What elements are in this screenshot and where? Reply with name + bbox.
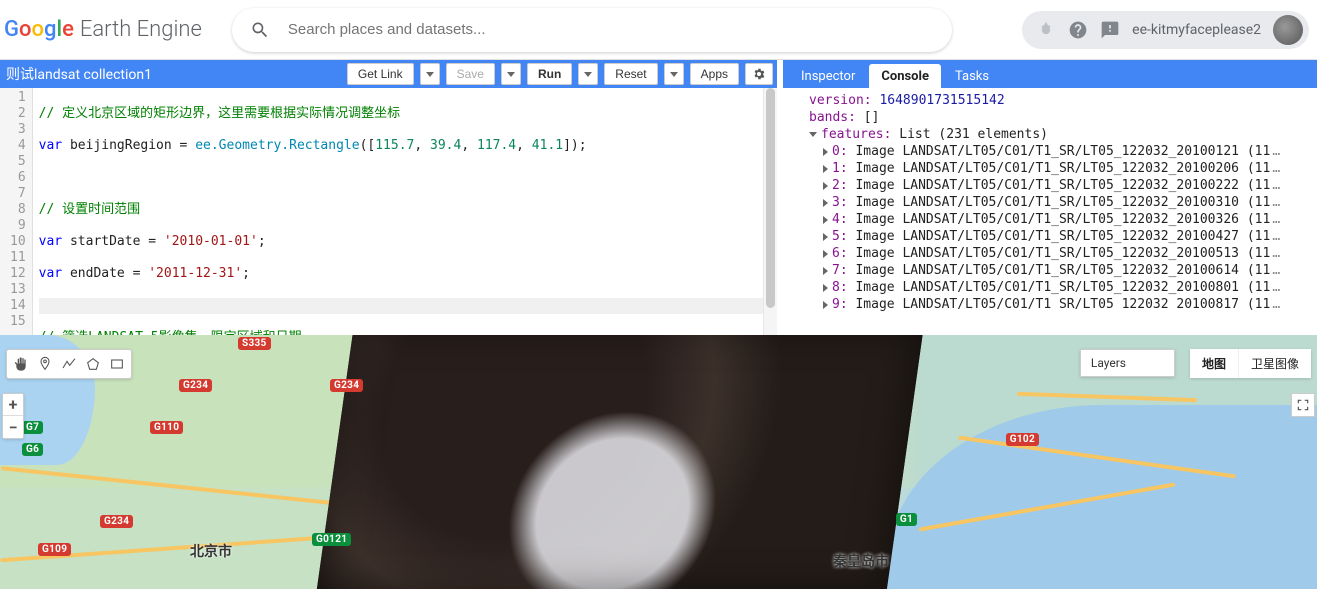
feature-item[interactable]: 9: Image LANDSAT/LT05/C01/T1 SR/LT05 122… <box>791 296 1309 313</box>
road-shield: S335 <box>238 337 271 350</box>
feature-item[interactable]: 3: Image LANDSAT/LT05/C01/T1_SR/LT05_122… <box>791 194 1309 211</box>
editor-toolbar: 则试landsat collection1 Get Link Save Run … <box>0 60 777 88</box>
reset-menu[interactable] <box>664 63 684 85</box>
avatar[interactable] <box>1273 15 1303 45</box>
settings-button[interactable] <box>745 63 773 85</box>
feature-item[interactable]: 5: Image LANDSAT/LT05/C01/T1_SR/LT05_122… <box>791 228 1309 245</box>
search-box[interactable] <box>232 8 952 52</box>
run-button[interactable]: Run <box>527 63 572 85</box>
road-shield: G1 <box>896 513 917 526</box>
getlink-button[interactable]: Get Link <box>347 63 414 85</box>
road-shield: G234 <box>179 379 212 392</box>
layers-toggle[interactable]: Layers <box>1080 349 1175 377</box>
search-icon <box>250 20 270 40</box>
hand-tool[interactable] <box>10 353 32 375</box>
feature-item[interactable]: 6: Image LANDSAT/LT05/C01/T1_SR/LT05_122… <box>791 245 1309 262</box>
maptype-map[interactable]: 地图 <box>1190 349 1239 378</box>
feature-item[interactable]: 7: Image LANDSAT/LT05/C01/T1_SR/LT05_122… <box>791 262 1309 279</box>
feature-item[interactable]: 0: Image LANDSAT/LT05/C01/T1_SR/LT05_122… <box>791 143 1309 160</box>
feature-item[interactable]: 1: Image LANDSAT/LT05/C01/T1_SR/LT05_122… <box>791 160 1309 177</box>
features-row[interactable]: features: List (231 elements) <box>791 126 1309 143</box>
code-body[interactable]: // 定义北京区域的矩形边界，这里需要根据实际情况调整坐标 var beijin… <box>33 88 777 335</box>
road-shield: G0121 <box>312 533 351 546</box>
tab-tasks[interactable]: Tasks <box>943 64 1001 88</box>
feature-item[interactable]: 2: Image LANDSAT/LT05/C01/T1_SR/LT05_122… <box>791 177 1309 194</box>
apps-button[interactable]: Apps <box>690 63 739 85</box>
city-label-beijing: 北京市 <box>190 541 232 561</box>
road-shield: G7 <box>22 421 43 434</box>
reset-button[interactable]: Reset <box>604 63 657 85</box>
logo[interactable]: Google Earth Engine <box>4 17 202 42</box>
maptype-control: 地图 卫星图像 <box>1190 349 1311 378</box>
map[interactable]: S335 G234 G234 G110 G7 G6 G234 G109 G012… <box>0 335 1317 589</box>
save-menu[interactable] <box>501 63 521 85</box>
line-tool[interactable] <box>58 353 80 375</box>
rectangle-tool[interactable] <box>106 353 128 375</box>
road-shield: G6 <box>22 443 43 456</box>
product-name: Earth Engine <box>80 17 202 42</box>
username[interactable]: ee-kitmyfaceplease2 <box>1132 22 1261 38</box>
fullscreen-icon <box>1296 398 1310 412</box>
search-input[interactable] <box>288 21 934 38</box>
run-menu[interactable] <box>578 63 598 85</box>
zoom-control: + − <box>2 393 24 439</box>
road-shield: G110 <box>150 421 183 434</box>
road-shield: G102 <box>1006 433 1039 446</box>
road-shield: G109 <box>38 543 71 556</box>
maptype-satellite[interactable]: 卫星图像 <box>1239 349 1311 378</box>
gear-icon <box>752 67 766 81</box>
script-title: 则试landsat collection1 <box>4 64 341 84</box>
road-shield: G234 <box>330 379 363 392</box>
user-area: ee-kitmyfaceplease2 <box>1022 11 1309 49</box>
editor-scrollbar[interactable] <box>763 88 777 335</box>
console-output[interactable]: version: 1648901731515142 bands: [] feat… <box>783 88 1317 335</box>
save-button[interactable]: Save <box>446 63 495 85</box>
console-tabs: Inspector Console Tasks <box>783 60 1317 88</box>
brightness-icon[interactable] <box>1036 20 1056 40</box>
feature-item[interactable]: 4: Image LANDSAT/LT05/C01/T1_SR/LT05_122… <box>791 211 1309 228</box>
road-shield: G234 <box>100 515 133 528</box>
tab-console[interactable]: Console <box>869 64 941 88</box>
tab-inspector[interactable]: Inspector <box>789 64 867 88</box>
help-icon[interactable] <box>1068 20 1088 40</box>
code-editor[interactable]: 123456789101112131415 // 定义北京区域的矩形边界，这里需… <box>0 88 777 335</box>
header: Google Earth Engine ee-kitmyfaceplease2 <box>0 0 1317 60</box>
feedback-icon[interactable] <box>1100 20 1120 40</box>
marker-tool[interactable] <box>34 353 56 375</box>
zoom-in[interactable]: + <box>3 394 23 416</box>
draw-toolbar <box>6 349 132 379</box>
line-gutter: 123456789101112131415 <box>0 88 33 335</box>
feature-item[interactable]: 8: Image LANDSAT/LT05/C01/T1_SR/LT05_122… <box>791 279 1309 296</box>
getlink-menu[interactable] <box>420 63 440 85</box>
fullscreen-button[interactable] <box>1291 393 1315 417</box>
city-label-qinhuangdao: 秦皇岛市 <box>833 551 889 571</box>
polygon-tool[interactable] <box>82 353 104 375</box>
zoom-out[interactable]: − <box>3 416 23 438</box>
